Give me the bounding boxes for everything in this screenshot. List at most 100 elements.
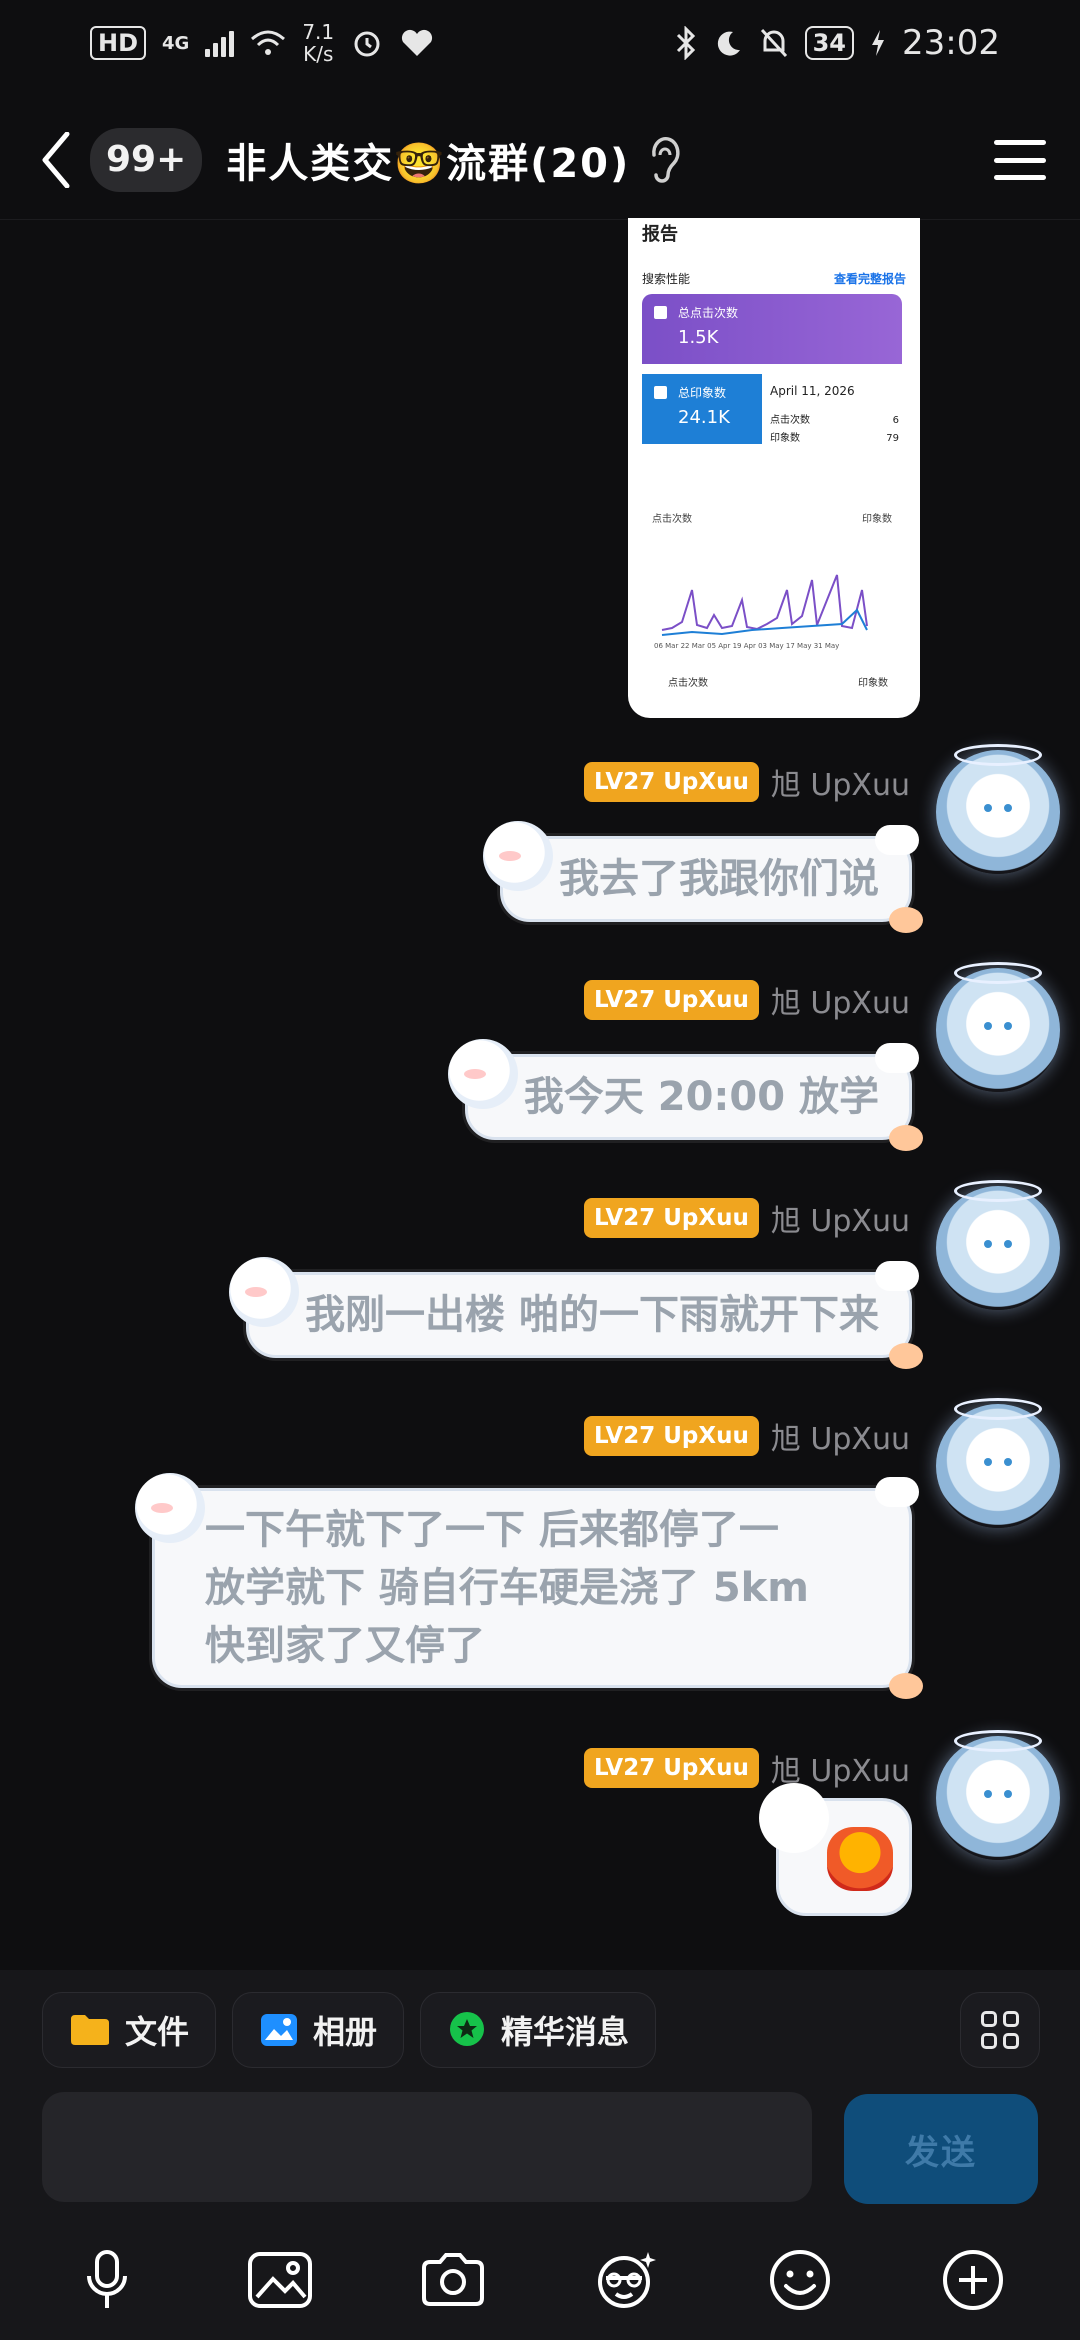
mute-bell-icon <box>760 28 787 58</box>
file-label: 文件 <box>125 2013 190 2051</box>
face-effect-icon <box>597 2252 656 2308</box>
impressions-value: 24.1K <box>678 407 730 428</box>
microphone-button[interactable] <box>71 2244 143 2316</box>
status-bar: HD 4G 7.1 K/s 34 23:02 <box>0 0 1080 86</box>
sender-nickname[interactable]: 旭 UpXuu <box>771 1196 910 1240</box>
album-label: 相册 <box>313 2013 378 2051</box>
impressions-card: 总印象数 24.1K <box>642 374 762 444</box>
message-bubble[interactable]: 我去了我跟你们说 <box>483 821 923 933</box>
clock: 23:02 <box>902 23 1000 63</box>
sender-nickname[interactable]: 旭 UpXuu <box>771 760 910 804</box>
sender-row: LV27 UpXuu 旭 UpXuu <box>583 1746 910 1790</box>
camera-icon <box>422 2253 485 2306</box>
chart-left-label: 点击次数 <box>652 514 692 525</box>
mini-line-chart: 06 Mar 22 Mar 05 Apr 19 Apr 03 May 17 Ma… <box>654 574 868 650</box>
sender-nickname[interactable]: 旭 UpXuu <box>771 978 910 1022</box>
x-ticks: 06 Mar 22 Mar 05 Apr 19 Apr 03 May 17 Ma… <box>654 642 839 650</box>
legend-impressions: 印象数 <box>858 678 888 689</box>
plus-circle-icon <box>943 2250 1004 2310</box>
network-speed: 7.1 K/s <box>302 21 334 65</box>
message-text: 我刚一出楼 啪的一下雨就开下来 <box>305 1292 879 1338</box>
menu-button[interactable] <box>994 130 1046 190</box>
speed-value: 7.1 <box>302 20 335 44</box>
composer-toolbar <box>0 2230 1080 2330</box>
mini-chart-header: 点击次数 印象数 <box>652 510 892 525</box>
shared-image-message[interactable]: 报告 搜索性能 查看完整报告 总点击次数 1.5K 总印象数 24.1K Apr… <box>628 218 920 718</box>
avatar[interactable] <box>936 1730 1060 1860</box>
emoji-button[interactable] <box>764 2244 836 2316</box>
report-heading: 报告 <box>642 224 678 245</box>
chevron-left-icon <box>42 131 70 188</box>
alarm-icon <box>354 31 380 57</box>
microphone-icon <box>86 2250 127 2308</box>
file-button[interactable]: 文件 <box>42 1992 217 2068</box>
photo-icon <box>261 2014 298 2046</box>
apps-grid-button[interactable] <box>960 1992 1040 2068</box>
level-badge: LV27 UpXuu <box>583 1198 759 1238</box>
avatar[interactable] <box>936 1398 1060 1528</box>
composer-area: 文件 相册 精华消息 发送 <box>0 1970 1080 2340</box>
back-button[interactable] <box>36 130 76 190</box>
chat-screen: HD 4G 7.1 K/s 34 23:02 99+ 非人类交🤓流群(20) 报告 <box>0 0 1080 2340</box>
angry-emoji-icon <box>827 1827 893 1891</box>
highlights-button[interactable]: 精华消息 <box>420 1992 657 2068</box>
tooltip-clicks-value: 6 <box>892 415 899 426</box>
sender-row: LV27 UpXuu 旭 UpXuu <box>583 978 910 1022</box>
message-text: 我今天 20:00 放学 <box>523 1074 879 1120</box>
sender-row: LV27 UpXuu 旭 UpXuu <box>583 1414 910 1458</box>
avatar[interactable] <box>936 1180 1060 1310</box>
emoji-icon <box>769 2250 830 2310</box>
clicks-series-line <box>661 574 868 631</box>
impressions-series-line <box>661 608 868 636</box>
tooltip-impr-value: 79 <box>886 433 899 444</box>
chat-header: 99+ 非人类交🤓流群(20) <box>0 100 1080 220</box>
message-bubble[interactable]: 一下午就下了一下 后来都停了一 放学就下 骑自行车硬是浇了 5km 快到家了又停… <box>135 1473 923 1699</box>
message-input[interactable] <box>42 2092 812 2202</box>
avatar[interactable] <box>936 962 1060 1092</box>
message-text-line: 放学就下 骑自行车硬是浇了 5km <box>205 1565 809 1611</box>
face-effect-button[interactable] <box>591 2244 663 2316</box>
chart-right-label: 印象数 <box>862 514 892 525</box>
impressions-label: 总印象数 <box>678 386 727 400</box>
message-text: 我去了我跟你们说 <box>559 856 879 902</box>
level-badge: LV27 UpXuu <box>583 980 759 1020</box>
image-button[interactable] <box>244 2244 316 2316</box>
album-button[interactable]: 相册 <box>232 1992 405 2068</box>
message-bubble[interactable]: 我今天 20:00 放学 <box>447 1039 923 1151</box>
charging-icon <box>872 30 885 56</box>
image-icon <box>247 2252 312 2308</box>
status-left: HD 4G 7.1 K/s <box>90 21 434 65</box>
unread-badge[interactable]: 99+ <box>90 127 203 192</box>
status-right: 34 23:02 <box>675 23 1000 63</box>
send-button[interactable]: 发送 <box>844 2094 1038 2204</box>
message-bubble[interactable]: 我刚一出楼 啪的一下雨就开下来 <box>229 1257 923 1369</box>
clicks-label: 总点击次数 <box>678 306 739 320</box>
group-title[interactable]: 非人类交🤓流群(20) <box>226 131 630 189</box>
battery-level: 34 <box>804 26 855 60</box>
report-section-row: 搜索性能 查看完整报告 <box>628 248 920 293</box>
speed-unit: K/s <box>303 42 334 66</box>
level-badge: LV27 UpXuu <box>583 1416 759 1456</box>
ear-icon[interactable] <box>644 135 684 185</box>
plus-button[interactable] <box>937 2244 1009 2316</box>
heart-health-icon <box>402 29 433 56</box>
tooltip-date: April 11, 2026 <box>770 384 855 398</box>
signal-icon <box>205 29 235 57</box>
wifi-icon <box>251 30 286 55</box>
clicks-card: 总点击次数 1.5K <box>642 294 902 364</box>
sender-nickname[interactable]: 旭 UpXuu <box>771 1414 910 1458</box>
hd-indicator: HD <box>90 26 147 60</box>
sender-row: LV27 UpXuu 旭 UpXuu <box>583 1196 910 1240</box>
camera-button[interactable] <box>417 2244 489 2316</box>
level-badge: LV27 UpXuu <box>583 1748 759 1788</box>
legend-clicks: 点击次数 <box>668 678 708 689</box>
avatar[interactable] <box>936 744 1060 874</box>
full-report-link: 查看完整报告 <box>833 272 906 286</box>
report-section: 搜索性能 <box>642 272 691 286</box>
chart-tooltip: April 11, 2026 点击次数 6 印象数 79 <box>762 374 907 456</box>
sticker-message[interactable] <box>759 1783 912 1916</box>
level-badge: LV27 UpXuu <box>583 762 759 802</box>
message-text-line: 快到家了又停了 <box>205 1623 485 1669</box>
moon-icon <box>717 31 740 56</box>
network-type: 4G <box>162 32 190 54</box>
